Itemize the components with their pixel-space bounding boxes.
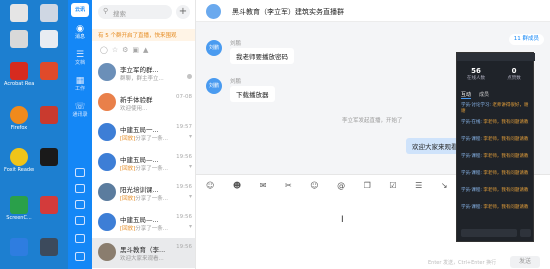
conversation-item-selected[interactable]: 黑斗教育（李... 19:56 欢迎大家来观看... bbox=[92, 238, 195, 268]
desktop-shortcut[interactable] bbox=[34, 62, 64, 81]
avatar bbox=[98, 213, 116, 231]
avatar bbox=[98, 153, 116, 171]
nav-messages[interactable]: ◉ 消息 bbox=[68, 24, 92, 40]
mute-icon: ▾ bbox=[188, 163, 192, 170]
avatar[interactable]: 刘鹏 bbox=[206, 78, 222, 94]
message-bubble[interactable]: 下载播放器 bbox=[230, 86, 275, 102]
windows-desktop: Acrobat Reader DC Firefox Foxit Reader S… bbox=[0, 0, 68, 269]
comment: 学员·课程: 李老师，我有问题请教 bbox=[461, 154, 529, 159]
calendar-icon[interactable] bbox=[75, 168, 85, 177]
conversation-item[interactable]: 李立军的群... 群聊，群主李立... bbox=[92, 58, 195, 88]
desktop-shortcut[interactable] bbox=[4, 30, 34, 49]
live-stream-panel[interactable]: 56 在线人数 0 点赞数 互动 成员 学员·讨论学习: 老师讲得很好，谢谢 学… bbox=[456, 52, 535, 242]
message-bubble[interactable]: 我老师要播放密码 bbox=[230, 48, 294, 64]
conversation-item[interactable]: 中建五局—... 19:56 [回放]分享了一条... ▾ bbox=[92, 208, 195, 238]
chat-header: 黑斗教育（李立军）建筑实务直播群 bbox=[196, 0, 550, 22]
comment: 学员·在线: 李老师，我有问题请教 bbox=[461, 120, 529, 125]
comment: 学员·课程: 李老师，我有问题请教 bbox=[461, 171, 529, 176]
desktop-shortcut[interactable] bbox=[34, 30, 64, 49]
status-dot bbox=[187, 74, 192, 79]
screen: Acrobat Reader DC Firefox Foxit Reader S… bbox=[0, 0, 550, 269]
nav-work[interactable]: ▦ 工作 bbox=[68, 76, 92, 92]
firefox-shortcut[interactable]: Firefox bbox=[4, 106, 34, 131]
add-button[interactable]: + bbox=[176, 5, 190, 19]
desktop-shortcut[interactable] bbox=[34, 148, 64, 167]
conversation-item[interactable]: 阳光培训课... 19:56 [回放]分享了一条... ▾ bbox=[92, 178, 195, 208]
search-input[interactable]: ⚲ 搜索 bbox=[98, 5, 172, 19]
desktop-shortcut[interactable] bbox=[4, 4, 34, 23]
avatar bbox=[98, 123, 116, 141]
phone-icon[interactable] bbox=[75, 216, 85, 225]
mute-icon: ▾ bbox=[188, 133, 192, 140]
nav-contacts[interactable]: ☏ 通讯录 bbox=[68, 102, 92, 118]
acrobat-reader-shortcut[interactable]: Acrobat Reader DC bbox=[4, 62, 34, 87]
comment-send-button[interactable] bbox=[520, 229, 531, 237]
document-icon: ☰ bbox=[75, 50, 85, 60]
conversation-item[interactable]: 中建五局一... 19:57 [回放]分享了一条... ▾ bbox=[92, 118, 195, 148]
avatar bbox=[98, 93, 116, 111]
user-avatar[interactable]: 云讯 bbox=[71, 3, 89, 17]
online-count: 56 在线人数 bbox=[467, 67, 485, 81]
avatar[interactable]: 刘鹏 bbox=[206, 40, 222, 56]
panel-titlebar[interactable] bbox=[457, 53, 535, 61]
contacts-icon: ☏ bbox=[74, 102, 86, 112]
app-nav-rail: 云讯 ◉ 消息 ☰ 文档 ▦ 工作 ☏ 通讯录 bbox=[68, 0, 92, 269]
desktop-shortcut[interactable] bbox=[4, 238, 34, 256]
group-avatar[interactable] bbox=[206, 4, 221, 19]
mute-icon: ▾ bbox=[188, 223, 192, 230]
conversation-item[interactable]: 中建五局—... 19:56 [回放]分享了一条... ▾ bbox=[92, 148, 195, 178]
work-grid-icon: ▦ bbox=[75, 76, 85, 86]
desktop-shortcut[interactable] bbox=[34, 4, 64, 23]
like-count: 0 点赞数 bbox=[507, 67, 521, 81]
message-icon: ◉ bbox=[76, 24, 84, 34]
text-cursor: I bbox=[341, 215, 344, 225]
send-button[interactable]: 发送 bbox=[510, 256, 540, 268]
live-notice-bar[interactable]: 有 5 个群开启了直播，快来围观 bbox=[92, 29, 195, 41]
desktop-shortcut[interactable] bbox=[34, 238, 64, 256]
avatar bbox=[98, 243, 116, 261]
desktop-shortcut[interactable] bbox=[34, 196, 64, 215]
nav-documents[interactable]: ☰ 文档 bbox=[68, 50, 92, 66]
panel-tabs[interactable]: 互动 成员 bbox=[461, 91, 489, 99]
foxit-reader-shortcut[interactable]: Foxit Reader bbox=[4, 148, 34, 173]
comment: 学员·讨论学习: 老师讲得很好，谢谢 bbox=[461, 103, 529, 114]
more-icon[interactable] bbox=[75, 252, 85, 261]
system-message: 李立军发起直播，开始了 bbox=[342, 118, 403, 124]
desktop-shortcut[interactable] bbox=[34, 106, 64, 125]
screen-capture-shortcut[interactable]: ScreenC... bbox=[4, 196, 34, 221]
task-icon[interactable] bbox=[75, 184, 85, 193]
comment: 学员·课程: 李老师，我有问题请教 bbox=[461, 188, 529, 193]
comment: 学员·课程: 李老师，我有问题请教 bbox=[461, 205, 529, 210]
conversation-item[interactable]: 新手体验群 07-08 欢迎使用... bbox=[92, 88, 195, 118]
members-button[interactable]: 11 群成员 bbox=[508, 34, 544, 45]
filter-toolbar[interactable]: ◯☆⚙▣▲ bbox=[100, 46, 152, 54]
tab-interaction[interactable]: 互动 bbox=[461, 92, 472, 99]
comment: 学员·课程: 李老师，我有问题请教 bbox=[461, 137, 529, 142]
composer-toolbar[interactable]: ☺ ☻ ✉ ✂ ☺ @ ❐ ☑ ☰ ↘ ❐ bbox=[206, 181, 481, 190]
comment-input[interactable] bbox=[461, 229, 517, 237]
mail-icon[interactable] bbox=[75, 234, 85, 243]
mute-icon: ▾ bbox=[188, 193, 192, 200]
send-hint: Enter 发送，Ctrl+Enter 换行 bbox=[428, 260, 497, 266]
tab-members[interactable]: 成员 bbox=[479, 92, 489, 98]
avatar bbox=[98, 63, 116, 81]
disk-icon[interactable] bbox=[75, 200, 85, 209]
avatar bbox=[98, 183, 116, 201]
chat-title[interactable]: 黑斗教育（李立军）建筑实务直播群 bbox=[232, 7, 344, 17]
search-icon: ⚲ bbox=[103, 7, 109, 15]
conversation-list: ⚲ 搜索 + 有 5 个群开启了直播，快来围观 ◯☆⚙▣▲ 李立军的群... 群… bbox=[92, 0, 196, 269]
